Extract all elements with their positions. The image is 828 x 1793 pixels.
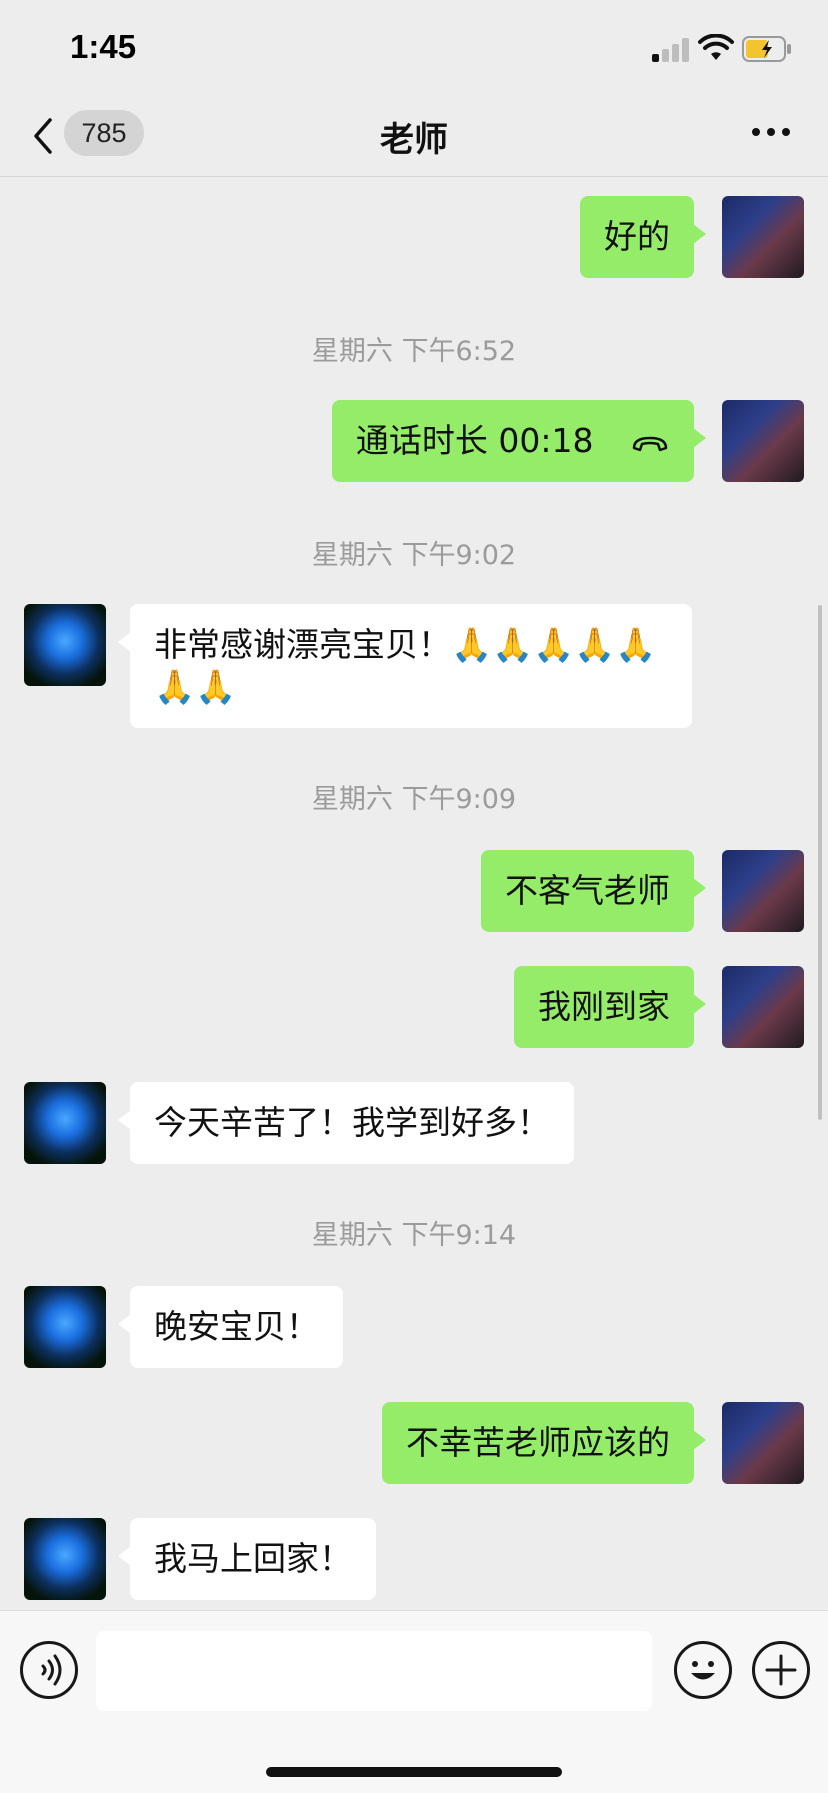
my-avatar[interactable] [722,196,804,278]
my-avatar[interactable] [722,1402,804,1484]
message-text: 好的 [604,217,670,256]
contact-avatar[interactable] [24,1286,106,1368]
message-input[interactable] [96,1631,652,1711]
message-text: 晚安宝贝！ [154,1307,319,1346]
signal-icon [652,38,692,62]
voice-icon[interactable] [20,1641,78,1699]
battery-icon [742,36,791,62]
message-timestamp: 星期六 下午9:02 [311,540,517,571]
message-timestamp: 星期六 下午9:09 [311,784,517,815]
message-bubble-sent[interactable]: 不幸苦老师应该的 [382,1402,706,1484]
my-avatar[interactable] [722,850,804,932]
status-bar: 1:45 [0,0,828,98]
message-bubble-received[interactable]: 今天辛苦了！我学到好多！ [118,1082,574,1164]
message-timestamp: 星期六 下午9:14 [311,1220,517,1251]
contact-avatar[interactable] [24,604,106,686]
message-bubble-sent[interactable]: 好的 [580,196,706,278]
chat-header: 785 老师 [0,98,828,177]
chat-title: 老师 [380,120,448,160]
call-record-bubble[interactable]: 通话时长 00:18 [331,400,707,482]
message-bubble-received[interactable]: 晚安宝贝！ [118,1286,343,1368]
message-bubble-received[interactable]: 非常感谢漂亮宝贝！🙏🙏🙏🙏🙏 🙏🙏 [118,604,692,728]
message-bubble-sent[interactable]: 我刚到家 [514,966,706,1048]
scrollbar[interactable] [818,605,822,1120]
message-text: 🙏🙏 [154,667,237,706]
home-indicator[interactable] [266,1767,562,1777]
my-avatar[interactable] [722,966,804,1048]
message-bubble-sent[interactable]: 不客气老师 [481,850,706,932]
message-text: 我马上回家！ [154,1539,352,1578]
message-input-bar [0,1610,828,1793]
contact-avatar[interactable] [24,1518,106,1600]
hangup-icon [632,436,668,451]
message-timestamp: 星期六 下午6:52 [311,336,517,367]
more-options-icon[interactable] [752,128,792,140]
my-avatar[interactable] [722,400,804,482]
wifi-icon [698,34,734,60]
message-text: 不幸苦老师应该的 [406,1423,670,1462]
message-text: 今天辛苦了！我学到好多！ [154,1103,550,1142]
message-text: 我刚到家 [538,987,670,1026]
message-text: 不客气老师 [505,871,670,910]
emoji-icon[interactable] [674,1641,732,1699]
call-duration-text: 通话时长 00:18 [355,421,594,460]
plus-icon[interactable] [752,1641,810,1699]
contact-avatar[interactable] [24,1082,106,1164]
message-list[interactable]: 好的 星期六 下午6:52 通话时长 00:18 星期六 下午9:02 非常感谢… [0,177,828,1609]
message-text: 非常感谢漂亮宝贝！🙏🙏🙏🙏🙏 [154,625,657,664]
status-time: 1:45 [70,28,137,65]
message-bubble-received[interactable]: 我马上回家！ [118,1518,376,1600]
